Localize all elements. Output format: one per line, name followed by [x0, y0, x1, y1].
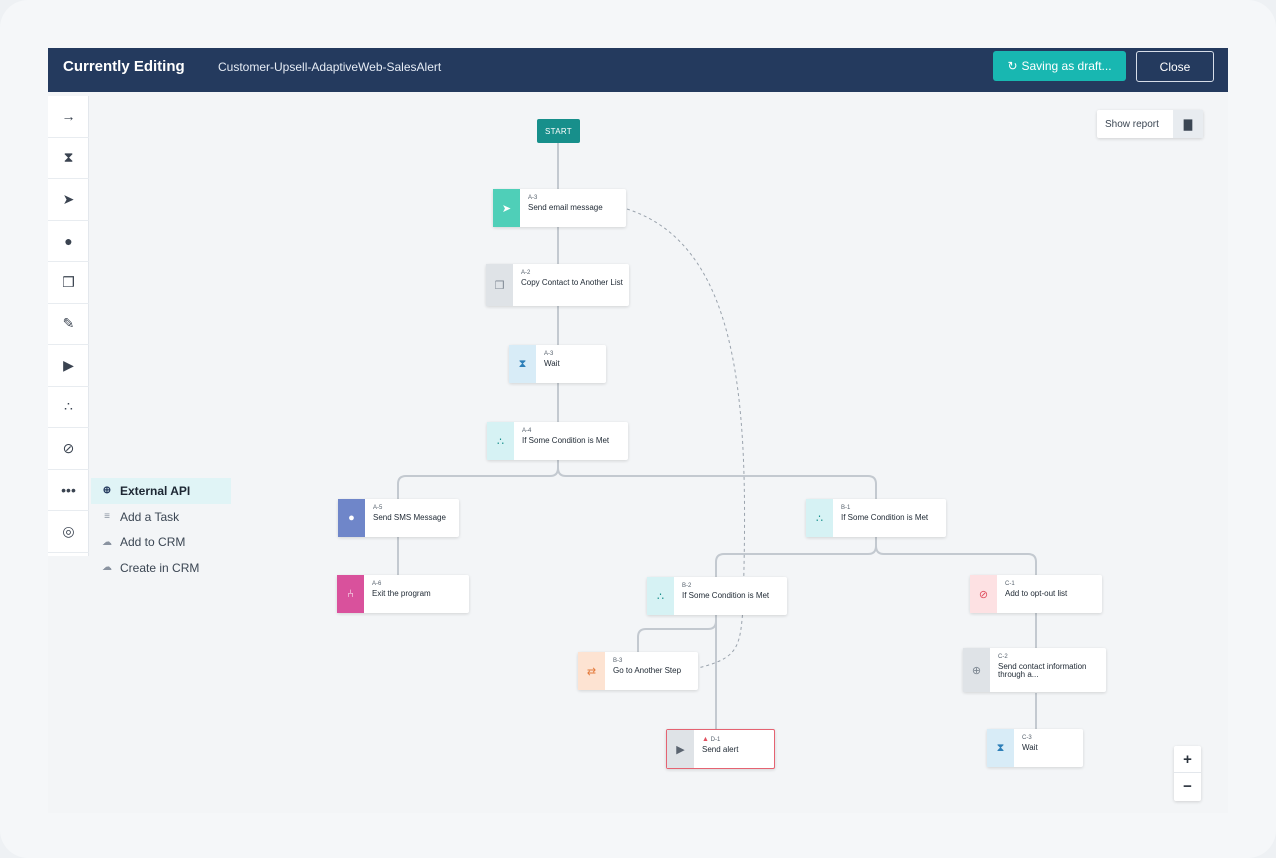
node-id: A-4: [522, 428, 532, 434]
warning-icon: ▲: [702, 736, 709, 743]
hourglass-icon: ⧗: [987, 729, 1014, 767]
node-id: A-3: [528, 195, 538, 201]
node-id: C-1: [1005, 581, 1015, 587]
node-label: If Some Condition is Met: [841, 512, 929, 522]
node-id: B-1: [841, 505, 851, 511]
send-icon: ➤: [493, 189, 520, 227]
copy-list-icon: ❒: [486, 264, 513, 306]
node-condition-b2[interactable]: ∴ B-2 If Some Condition is Met: [647, 577, 787, 615]
node-send-email[interactable]: ➤ A-3 Send email message: [493, 189, 626, 227]
node-id: C-2: [998, 654, 1008, 660]
node-id: C-3: [1022, 735, 1032, 741]
chat-icon: ●: [338, 499, 365, 537]
exit-icon: ⑃: [337, 575, 364, 613]
branch-icon: ∴: [647, 577, 674, 615]
node-id: B-3: [613, 658, 623, 664]
node-wait-c3[interactable]: ⧗ C-3 Wait: [987, 729, 1083, 767]
jump-icon: ⇄: [578, 652, 605, 690]
node-id: A-3: [544, 351, 554, 357]
zoom-out-button[interactable]: −: [1174, 773, 1201, 800]
node-send-alert[interactable]: ▶ ▲ D-1 Send alert: [666, 729, 775, 769]
node-id: D-1: [710, 737, 721, 743]
node-external-api[interactable]: ⊕ C-2 Send contact information through a.…: [963, 648, 1106, 692]
node-label: If Some Condition is Met: [522, 435, 610, 445]
node-label: If Some Condition is Met: [682, 590, 770, 600]
node-label: Send SMS Message: [373, 512, 446, 522]
show-report-button[interactable]: Show report ▇: [1097, 110, 1203, 138]
block-icon: ⊘: [970, 575, 997, 613]
node-label: Add to opt-out list: [1005, 588, 1068, 598]
node-condition-a4[interactable]: ∴ A-4 If Some Condition is Met: [487, 422, 628, 460]
node-goto-step[interactable]: ⇄ B-3 Go to Another Step: [578, 652, 698, 690]
node-send-sms[interactable]: ● A-5 Send SMS Message: [338, 499, 459, 537]
node-label: Send alert: [702, 744, 739, 754]
node-label: Send email message: [528, 202, 603, 212]
editor-app: Currently Editing Customer-Upsell-Adapti…: [48, 48, 1228, 813]
node-id: B-2: [682, 583, 692, 589]
node-label: Copy Contact to Another List: [521, 277, 623, 287]
branch-icon: ∴: [487, 422, 514, 460]
node-exit-program[interactable]: ⑃ A-6 Exit the program: [337, 575, 469, 613]
zoom-in-button[interactable]: +: [1174, 746, 1201, 773]
node-label: Exit the program: [372, 588, 431, 598]
node-label: Go to Another Step: [613, 665, 682, 675]
node-label: Wait: [544, 358, 560, 368]
zoom-controls: + −: [1174, 746, 1201, 801]
node-label: Wait: [1022, 742, 1038, 752]
start-node[interactable]: START: [537, 119, 580, 143]
node-id: A-2: [521, 270, 531, 276]
node-id: A-5: [373, 505, 383, 511]
globe-icon: ⊕: [963, 648, 990, 692]
megaphone-icon: ▶: [667, 730, 694, 768]
node-label: Send contact information through a...: [998, 661, 1087, 680]
flow-connectors: [397, 143, 1037, 729]
node-wait-a3[interactable]: ⧗ A-3 Wait: [509, 345, 606, 383]
node-id: A-6: [372, 581, 382, 587]
node-opt-out[interactable]: ⊘ C-1 Add to opt-out list: [970, 575, 1102, 613]
hourglass-icon: ⧗: [509, 345, 536, 383]
node-copy-contact[interactable]: ❒ A-2 Copy Contact to Another List: [486, 264, 629, 306]
node-condition-b1[interactable]: ∴ B-1 If Some Condition is Met: [806, 499, 946, 537]
branch-icon: ∴: [806, 499, 833, 537]
bar-chart-icon: ▇: [1173, 110, 1203, 138]
show-report-label: Show report: [1105, 118, 1159, 130]
